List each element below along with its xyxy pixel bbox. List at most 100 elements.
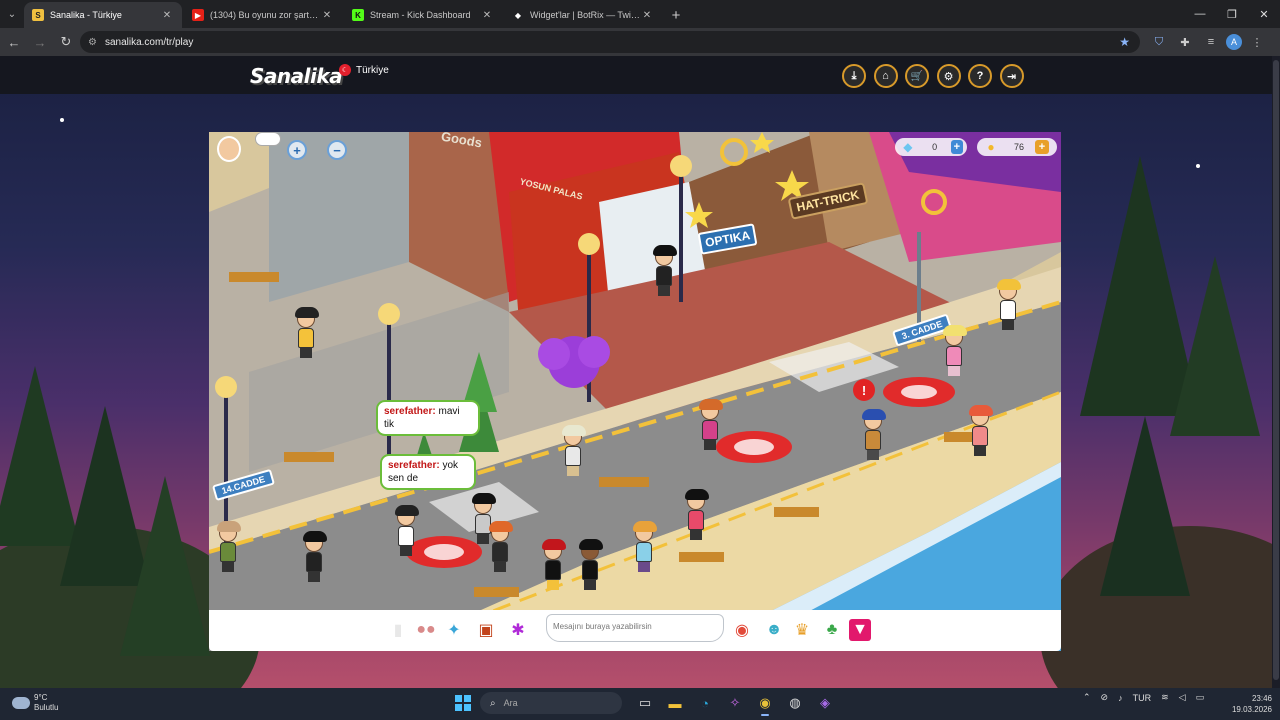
close-window-icon[interactable]: ✕ [1248, 0, 1280, 28]
emotes-icon[interactable]: ●● [415, 619, 437, 641]
windows-taskbar: 9°C Bulutlu ⌕ Ara ▭ ▬ ◔ ✧ ◉ ◍ ◈ ⌃ ⊘ ♪ TU… [0, 688, 1280, 720]
game-canvas[interactable]: ! Goods YOSUN PALAS OPTIKA HAT-TRICK 14.… [209, 132, 1061, 651]
volume-icon[interactable]: ◁ [1179, 692, 1186, 703]
chat-input[interactable]: Mesajını buraya yazabilirsin [546, 614, 724, 642]
add-diamonds-button[interactable]: + [950, 140, 963, 154]
player-avatar[interactable] [699, 399, 723, 450]
page-scrollbar[interactable] [1272, 56, 1280, 688]
toolbar: ← → ↻ ⚙ sanalika.com/tr/play ★ ⛉ ✚ ≡ A ⋮ [0, 28, 1280, 56]
media-control-icon[interactable]: ≡ [1200, 32, 1222, 52]
player-avatar[interactable] [943, 325, 967, 376]
help-button[interactable]: ? [968, 64, 992, 88]
player-avatar[interactable] [633, 521, 657, 572]
site-header: Sanalika ☾ Türkiye ⤓ ⌂ 🛒 ⚙ ? ⇥ [0, 56, 1280, 94]
island-icon[interactable]: ♣ [821, 619, 843, 641]
new-tab-icon[interactable]: + [664, 2, 688, 28]
player-avatar[interactable] [997, 279, 1021, 330]
add-coins-button[interactable]: + [1035, 140, 1049, 154]
pine-tree [120, 476, 210, 656]
bookmark-star-icon[interactable]: ★ [1119, 35, 1130, 49]
chat-bubble-icon[interactable]: ◉ [731, 619, 753, 641]
youtube-favicon-icon: ▶ [192, 9, 204, 21]
reload-icon[interactable]: ↻ [54, 30, 78, 54]
restore-icon[interactable]: ❐ [1216, 0, 1248, 28]
player-avatar[interactable] [579, 539, 603, 590]
taskbar-search[interactable]: ⌕ Ara [480, 692, 622, 714]
site-info-icon[interactable]: ⚙ [88, 37, 97, 48]
player-avatar[interactable] [685, 489, 709, 540]
battery-icon[interactable]: ▭ [1196, 692, 1205, 703]
player-avatar[interactable] [862, 409, 886, 460]
microphone-icon[interactable]: ♪ [1118, 693, 1123, 703]
phone-icon[interactable]: ▮ [387, 619, 409, 641]
search-placeholder: Ara [503, 698, 518, 708]
chat-username[interactable]: serefather: [384, 406, 436, 417]
zoom-out-icon[interactable]: − [327, 140, 347, 160]
pet-icon[interactable]: ☻ [763, 619, 785, 641]
chat-username[interactable]: serefather: [388, 460, 440, 471]
shop-button[interactable]: 🛒 [905, 64, 929, 88]
weather-widget[interactable]: 9°C Bulutlu [12, 693, 58, 713]
scrollbar-thumb[interactable] [1273, 60, 1279, 680]
player-avatar[interactable] [542, 539, 566, 590]
logout-button[interactable]: ⇥ [999, 64, 1024, 88]
tab-kick[interactable]: K Stream - Kick Dashboard ✕ [344, 2, 502, 28]
back-icon[interactable]: ← [2, 30, 26, 54]
own-avatar-portrait[interactable] [217, 136, 241, 162]
tab-strip: ⌄ S Sanalika - Türkiye ✕ ▶ (1304) Bu oyu… [0, 0, 1280, 28]
forward-icon[interactable]: → [28, 30, 52, 54]
trophy-icon[interactable]: ♛ [791, 619, 813, 641]
clock[interactable]: 23:46 19.03.2026 [1228, 693, 1272, 715]
wifi-icon[interactable]: ≋ [1161, 692, 1169, 703]
close-tab-icon[interactable]: ✕ [480, 10, 494, 21]
network-off-icon[interactable]: ⊘ [1101, 692, 1109, 703]
player-avatar[interactable] [295, 307, 319, 358]
player-avatar[interactable] [653, 245, 677, 296]
extensions-puzzle-icon[interactable]: ✚ [1174, 32, 1196, 52]
chat-bubble: serefather: mavi tik [376, 400, 480, 436]
turkey-flag-icon: ☾ [339, 64, 351, 76]
tab-youtube[interactable]: ▶ (1304) Bu oyunu zor şartlarda o ✕ [184, 2, 342, 28]
minimize-icon[interactable]: — [1184, 0, 1216, 28]
player-avatar[interactable] [217, 521, 241, 572]
settings-button[interactable]: ⚙ [936, 64, 961, 88]
obs-icon[interactable]: ◍ [783, 692, 807, 714]
player-avatar[interactable] [303, 531, 327, 582]
player-avatar[interactable] [472, 493, 496, 544]
edge-icon[interactable]: ◔ [693, 692, 717, 714]
copilot-icon[interactable]: ✧ [723, 692, 747, 714]
home-button[interactable]: ⌂ [873, 64, 898, 88]
sanalika-logo[interactable]: Sanalika [250, 64, 343, 88]
dance-icon[interactable]: ✦ [443, 619, 465, 641]
address-bar[interactable]: ⚙ sanalika.com/tr/play ★ [80, 31, 1140, 53]
tray-overflow-icon[interactable]: ⌃ [1083, 692, 1091, 703]
tab-sanalika[interactable]: S Sanalika - Türkiye ✕ [24, 2, 182, 28]
file-explorer-icon[interactable]: ▬ [663, 692, 687, 714]
task-view-icon[interactable]: ▭ [633, 692, 657, 714]
shield-extension-icon[interactable]: ⛉ [1148, 32, 1170, 52]
download-button[interactable]: ⤓ [842, 64, 866, 88]
language-indicator[interactable]: TUR [1133, 693, 1152, 703]
close-tab-icon[interactable]: ✕ [640, 10, 654, 21]
player-avatar[interactable] [562, 425, 586, 476]
player-avatar[interactable] [395, 505, 419, 556]
thought-bubble-icon[interactable] [255, 132, 281, 146]
close-tab-icon[interactable]: ✕ [160, 10, 174, 21]
tab-title: Sanalika - Türkiye [50, 10, 122, 20]
bag-icon[interactable]: ▣ [475, 619, 497, 641]
streaming-app-icon[interactable]: ◈ [813, 692, 837, 714]
clock-date: 19.03.2026 [1231, 705, 1272, 714]
more-menu-icon[interactable]: ▼ [849, 619, 871, 641]
player-avatar[interactable] [489, 521, 513, 572]
tab-botrix[interactable]: ◆ Widget'lar | BotRix — Twitch, K ✕ [504, 2, 662, 28]
action-icon[interactable]: ✱ [507, 619, 529, 641]
zoom-in-icon[interactable]: + [287, 140, 307, 160]
tab-search-chevron-icon[interactable]: ⌄ [0, 0, 24, 28]
profile-avatar[interactable]: A [1226, 34, 1242, 50]
start-button[interactable] [452, 692, 474, 714]
player-avatar[interactable] [969, 405, 993, 456]
region-selector[interactable]: ☾ Türkiye [339, 64, 389, 76]
browser-menu-icon[interactable]: ⋮ [1246, 32, 1268, 52]
chrome-icon[interactable]: ◉ [753, 692, 777, 716]
close-tab-icon[interactable]: ✕ [320, 10, 334, 21]
